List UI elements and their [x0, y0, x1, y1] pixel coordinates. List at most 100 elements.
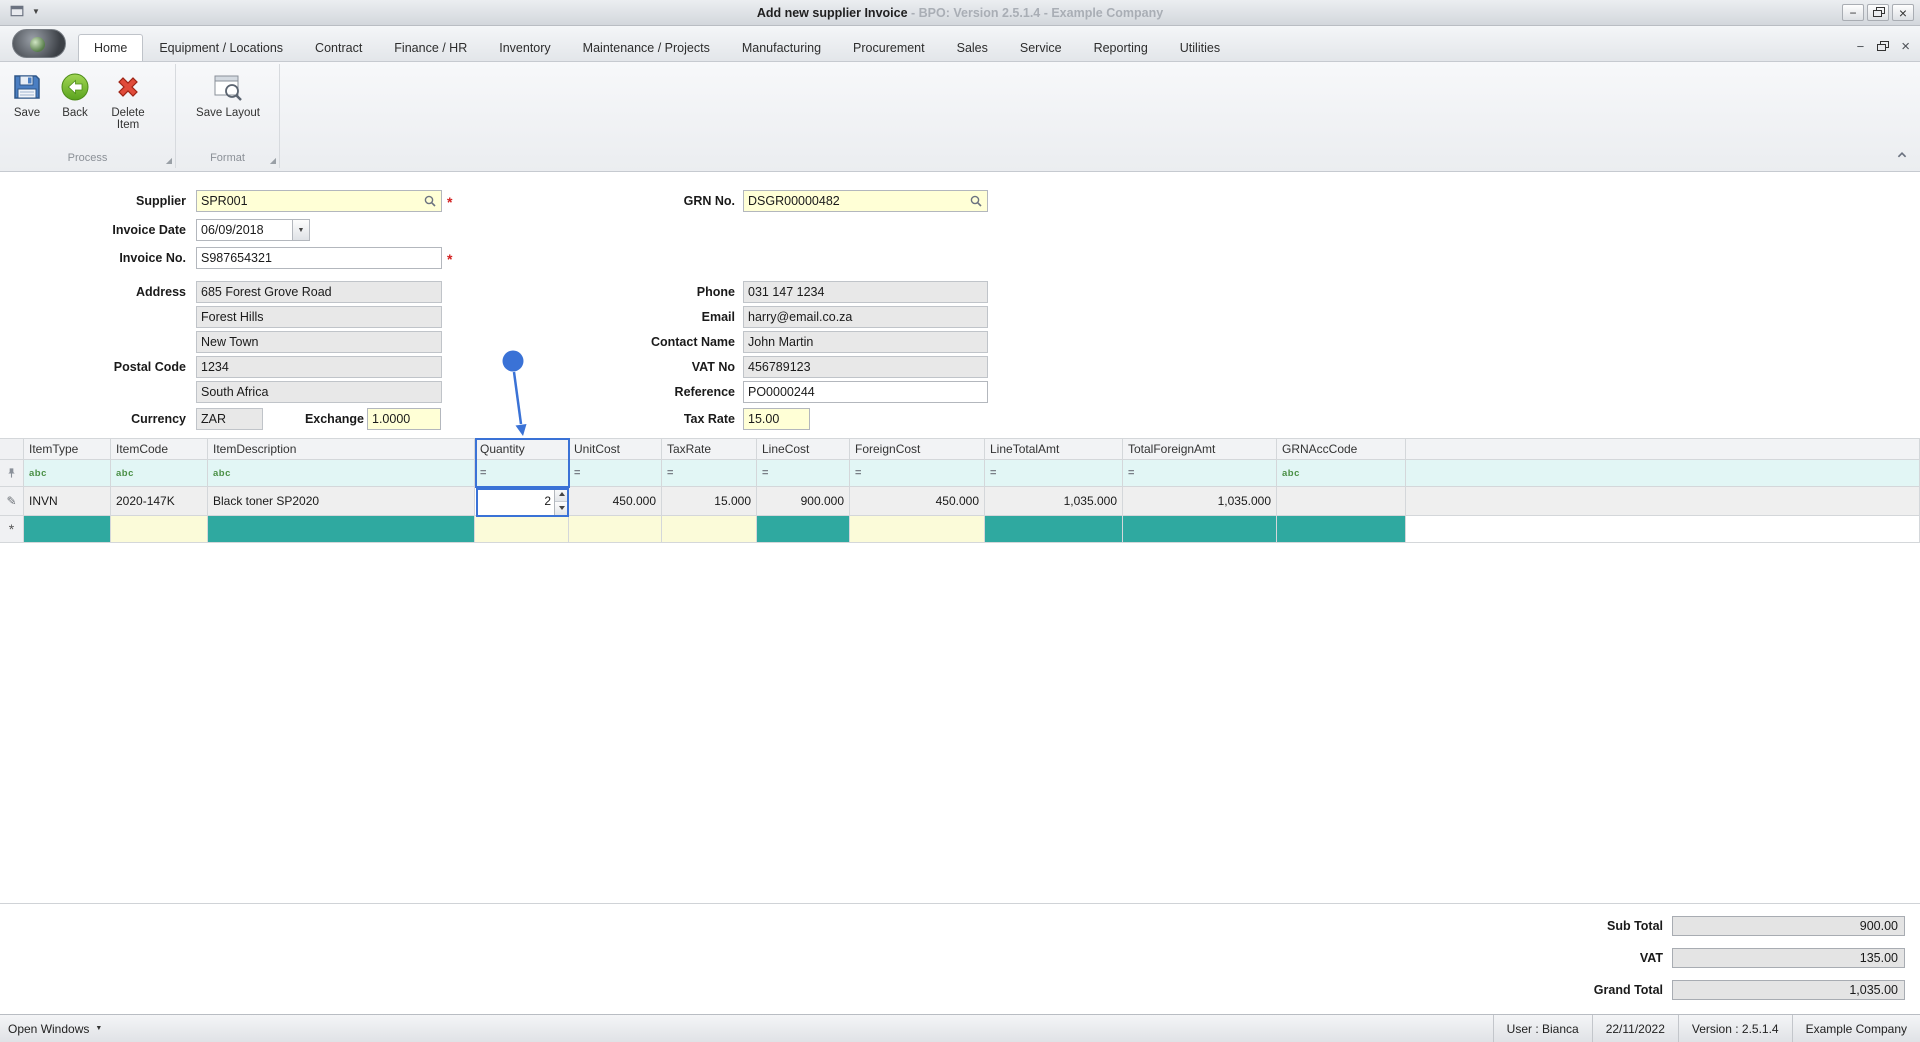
filter-linetotalamt[interactable]: = — [985, 460, 1123, 487]
close-button[interactable]: × — [1892, 4, 1914, 21]
tax-rate-input[interactable]: 15.00 — [743, 408, 810, 430]
tab-manufacturing[interactable]: Manufacturing — [726, 34, 837, 61]
filter-grnacccode[interactable]: abc — [1277, 460, 1406, 487]
filter-totalforeignamt[interactable]: = — [1123, 460, 1277, 487]
tab-utilities[interactable]: Utilities — [1164, 34, 1236, 61]
ribbon-collapse-button[interactable] — [1896, 149, 1908, 164]
country-input[interactable]: South Africa — [196, 381, 442, 403]
postal-code-input[interactable]: 1234 — [196, 356, 442, 378]
new-cell-taxrate[interactable] — [662, 516, 757, 543]
new-cell-unitcost[interactable] — [569, 516, 662, 543]
invoice-no-input[interactable]: S987654321 — [196, 247, 442, 269]
equals-filter-icon: = — [855, 467, 862, 479]
email-input[interactable]: harry@email.co.za — [743, 306, 988, 328]
cell-linecost[interactable]: 900.000 — [757, 487, 850, 516]
cell-taxrate[interactable]: 15.000 — [662, 487, 757, 516]
format-dialog-launcher-icon[interactable]: ◢ — [270, 157, 276, 165]
tab-inventory[interactable]: Inventory — [483, 34, 566, 61]
supplier-required-marker: * — [447, 194, 453, 210]
app-logo[interactable] — [12, 29, 66, 58]
cell-itemdescription[interactable]: Black toner SP2020 — [208, 487, 475, 516]
new-cell-itemdescription[interactable] — [208, 516, 475, 543]
currency-input[interactable]: ZAR — [196, 408, 263, 430]
address-line1-input[interactable]: 685 Forest Grove Road — [196, 281, 442, 303]
address-line1-value: 685 Forest Grove Road — [201, 285, 332, 299]
search-icon[interactable] — [968, 194, 983, 208]
save-layout-button[interactable]: Save Layout — [184, 69, 272, 119]
calendar-dropdown-icon[interactable]: ▼ — [292, 220, 309, 240]
cell-grnacccode[interactable] — [1277, 487, 1406, 516]
filter-quantity[interactable]: = — [475, 460, 569, 487]
tab-procurement[interactable]: Procurement — [837, 34, 941, 61]
column-header-taxrate[interactable]: TaxRate — [662, 438, 757, 460]
filter-taxrate[interactable]: = — [662, 460, 757, 487]
delete-item-button[interactable]: Delete Item — [100, 69, 156, 131]
tab-home[interactable]: Home — [78, 34, 144, 61]
tab-maintenance-projects[interactable]: Maintenance / Projects — [567, 34, 726, 61]
tab-contract[interactable]: Contract — [299, 34, 378, 61]
tab-sales[interactable]: Sales — [941, 34, 1004, 61]
new-cell-linetotalamt[interactable] — [985, 516, 1123, 543]
column-header-foreigncost[interactable]: ForeignCost — [850, 438, 985, 460]
exchange-input[interactable]: 1.0000 — [367, 408, 441, 430]
tab-finance-hr[interactable]: Finance / HR — [378, 34, 483, 61]
filter-linecost[interactable]: = — [757, 460, 850, 487]
tab-service[interactable]: Service — [1004, 34, 1078, 61]
address-line2-input[interactable]: Forest Hills — [196, 306, 442, 328]
cell-itemcode[interactable]: 2020-147K — [111, 487, 208, 516]
grn-no-input[interactable]: DSGR00000482 — [743, 190, 988, 212]
reference-input[interactable]: PO0000244 — [743, 381, 988, 403]
quantity-spinner[interactable] — [554, 487, 568, 515]
new-cell-quantity[interactable] — [475, 516, 569, 543]
process-dialog-launcher-icon[interactable]: ◢ — [166, 157, 172, 165]
back-button[interactable]: Back — [52, 69, 98, 119]
restore-icon — [1872, 6, 1885, 17]
mdi-restore-button[interactable] — [1877, 40, 1890, 51]
pin-icon[interactable] — [0, 460, 24, 487]
minimize-button[interactable]: − — [1842, 4, 1864, 21]
column-header-itemdescription[interactable]: ItemDescription — [208, 438, 475, 460]
supplier-input[interactable]: SPR001 — [196, 190, 442, 212]
mdi-minimize-button[interactable]: − — [1857, 40, 1865, 53]
column-header-quantity[interactable]: Quantity — [475, 438, 569, 460]
new-cell-linecost[interactable] — [757, 516, 850, 543]
open-windows-button[interactable]: Open Windows ▼ — [8, 1022, 102, 1036]
filter-foreigncost[interactable]: = — [850, 460, 985, 487]
new-cell-grnacccode[interactable] — [1277, 516, 1406, 543]
filter-itemdescription[interactable]: abc — [208, 460, 475, 487]
column-header-unitcost[interactable]: UnitCost — [569, 438, 662, 460]
new-cell-foreigncost[interactable] — [850, 516, 985, 543]
column-header-itemcode[interactable]: ItemCode — [111, 438, 208, 460]
cell-totalforeignamt[interactable]: 1,035.000 — [1123, 487, 1277, 516]
cell-linetotalamt[interactable]: 1,035.000 — [985, 487, 1123, 516]
phone-input[interactable]: 031 147 1234 — [743, 281, 988, 303]
spinner-up-icon[interactable] — [555, 487, 568, 502]
cell-quantity[interactable]: 2 — [475, 487, 569, 516]
search-icon[interactable] — [422, 194, 437, 208]
cell-unitcost[interactable]: 450.000 — [569, 487, 662, 516]
mdi-close-button[interactable]: × — [1901, 39, 1910, 54]
cell-itemtype[interactable]: INVN — [24, 487, 111, 516]
spinner-down-icon[interactable] — [555, 501, 568, 515]
contact-name-input[interactable]: John Martin — [743, 331, 988, 353]
restore-button[interactable] — [1867, 4, 1889, 21]
new-cell-totalforeignamt[interactable] — [1123, 516, 1277, 543]
column-header-linecost[interactable]: LineCost — [757, 438, 850, 460]
tab-reporting[interactable]: Reporting — [1078, 34, 1164, 61]
new-cell-itemcode[interactable] — [111, 516, 208, 543]
column-header-totalforeignamt[interactable]: TotalForeignAmt — [1123, 438, 1277, 460]
cell-foreigncost[interactable]: 450.000 — [850, 487, 985, 516]
column-header-grnacccode[interactable]: GRNAccCode — [1277, 438, 1406, 460]
filter-itemtype[interactable]: abc — [24, 460, 111, 487]
filter-itemcode[interactable]: abc — [111, 460, 208, 487]
save-button[interactable]: Save — [4, 69, 50, 119]
invoice-date-input[interactable]: 06/09/2018 ▼ — [196, 219, 310, 241]
address-line3-input[interactable]: New Town — [196, 331, 442, 353]
column-header-linetotalamt[interactable]: LineTotalAmt — [985, 438, 1123, 460]
column-header-itemtype[interactable]: ItemType — [24, 438, 111, 460]
tab-equipment-locations[interactable]: Equipment / Locations — [143, 34, 299, 61]
email-label: Email — [701, 310, 735, 324]
vat-no-input[interactable]: 456789123 — [743, 356, 988, 378]
filter-unitcost[interactable]: = — [569, 460, 662, 487]
new-cell-itemtype[interactable] — [24, 516, 111, 543]
